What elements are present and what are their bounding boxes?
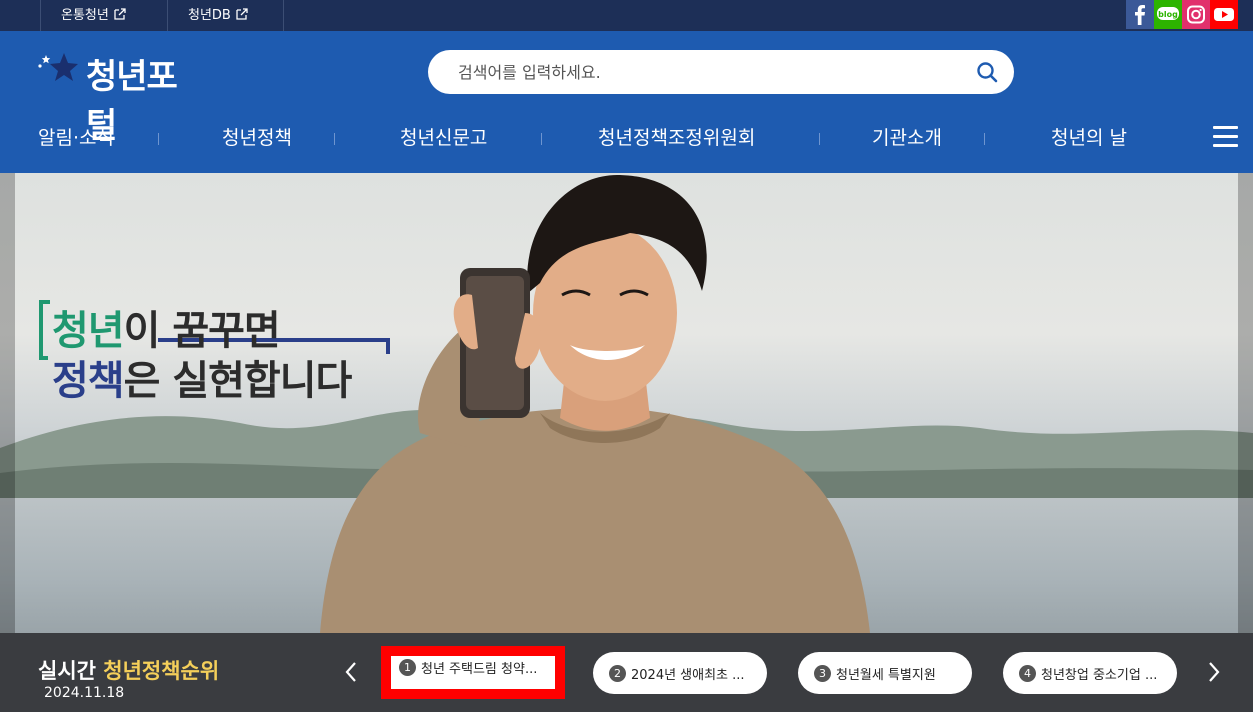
hero-left-shade (0, 173, 15, 633)
nav-divider (984, 133, 985, 145)
ranking-item-2[interactable]: 2 2024년 생애최초 ... (593, 652, 767, 694)
hero-slogan: 청년이 꿈꾸면 정책은 실현합니다 (38, 298, 408, 408)
next-arrow-icon[interactable] (1206, 660, 1222, 684)
youth-db-label: 청년DB (188, 8, 231, 23)
search-box (428, 50, 1014, 94)
svg-text:blog: blog (1158, 10, 1178, 19)
top-utility-bar: 온통청년 청년DB blog (0, 0, 1253, 31)
ranking-number-badge: 3 (814, 665, 831, 682)
menu-hamburger-icon[interactable] (1213, 126, 1238, 148)
ranking-number-badge: 1 (399, 659, 416, 676)
facebook-icon[interactable] (1126, 0, 1154, 29)
site-header: 청년포털 알림·소식 청년정책 청년신문고 청년정책조정위원회 기관소개 청년의… (0, 31, 1253, 173)
nav-divider (541, 133, 542, 145)
star-logo-icon (38, 53, 78, 81)
nav-divider (158, 133, 159, 145)
ontong-youth-label: 온통청년 (61, 8, 109, 23)
external-link-icon (236, 8, 248, 20)
nav-item-news[interactable]: 알림·소식 (38, 123, 114, 150)
hero-right-shade (1238, 173, 1253, 633)
ranking-item-1[interactable]: 1 청년 주택드림 청약... (381, 646, 565, 699)
site-logo[interactable]: 청년포털 (36, 43, 206, 146)
ranking-item-3[interactable]: 3 청년월세 특별지원 (798, 652, 972, 694)
nav-divider (334, 133, 335, 145)
ranking-title: 실시간 청년정책순위 (38, 659, 220, 683)
main-navigation: 알림·소식 청년정책 청년신문고 청년정책조정위원회 기관소개 청년의 날 (0, 119, 1253, 159)
slogan-line-2: 정책은 실현합니다 (52, 358, 352, 404)
ranking-item-label: 청년 주택드림 청약... (421, 662, 538, 677)
youtube-icon[interactable] (1210, 0, 1238, 29)
external-link-icon (114, 8, 126, 20)
hero-banner[interactable]: 청년이 꿈꾸면 정책은 실현합니다 (0, 173, 1253, 633)
nav-item-about[interactable]: 기관소개 (872, 123, 942, 150)
nav-item-youth-sinmungo[interactable]: 청년신문고 (400, 123, 487, 150)
realtime-policy-ranking: 실시간 청년정책순위 2024.11.18 1 청년 주택드림 청약... 2 … (0, 633, 1253, 712)
ranking-date: 2024.11.18 (44, 685, 125, 701)
ranking-item-label: 2024년 생애최초 ... (631, 668, 745, 683)
ranking-item-label: 청년월세 특별지원 (836, 668, 936, 683)
ontong-youth-link[interactable]: 온통청년 (40, 0, 167, 31)
nav-item-youth-day[interactable]: 청년의 날 (1051, 123, 1127, 150)
prev-arrow-icon[interactable] (343, 660, 359, 684)
ranking-item-label: 청년창업 중소기업 ... (1041, 668, 1158, 683)
blog-icon[interactable]: blog (1154, 0, 1182, 29)
ranking-item-4[interactable]: 4 청년창업 중소기업 ... (1003, 652, 1177, 694)
nav-item-policy-committee[interactable]: 청년정책조정위원회 (598, 123, 755, 150)
ranking-number-badge: 4 (1019, 665, 1036, 682)
search-icon[interactable] (976, 61, 998, 83)
nav-divider (819, 133, 820, 145)
youth-db-link[interactable]: 청년DB (167, 0, 284, 31)
ranking-number-badge: 2 (609, 665, 626, 682)
search-input[interactable] (458, 50, 958, 94)
instagram-icon[interactable] (1182, 0, 1210, 29)
nav-item-youth-policy[interactable]: 청년정책 (222, 123, 292, 150)
